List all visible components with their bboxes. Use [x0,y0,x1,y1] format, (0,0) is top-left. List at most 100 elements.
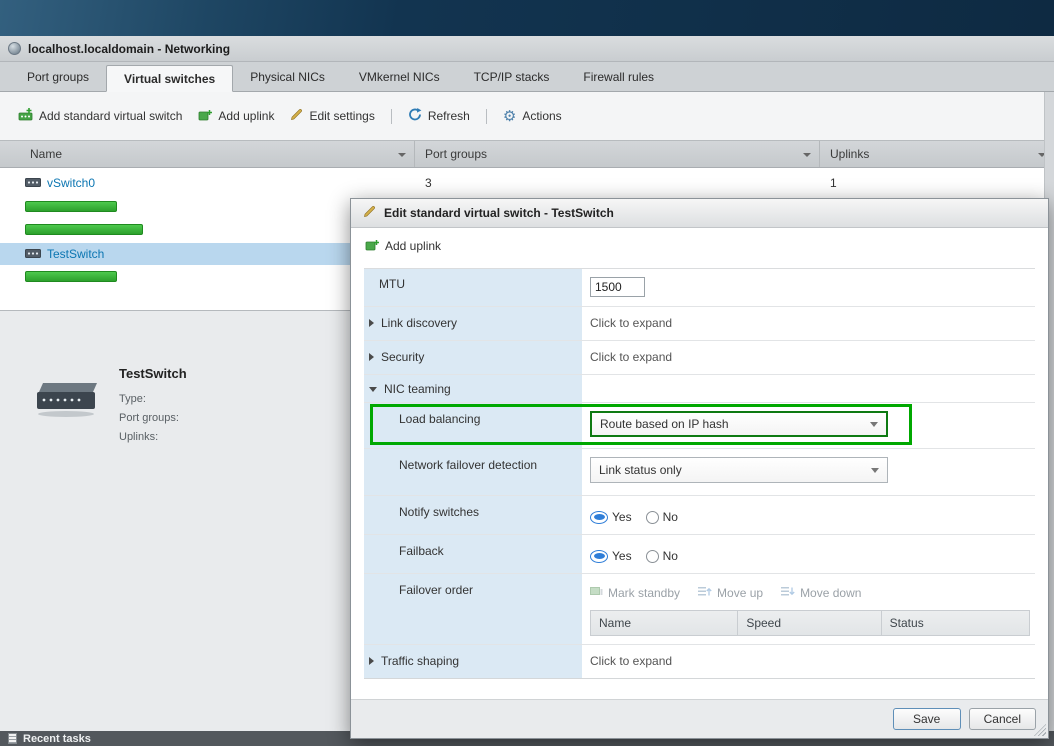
refresh-icon [408,108,422,124]
column-header-uplinks[interactable]: Uplinks [820,141,1054,167]
host-icon [8,42,21,55]
refresh-label: Refresh [428,109,470,123]
failback-no-radio[interactable] [646,550,659,563]
column-header-name[interactable]: Name [0,141,415,167]
failback-label: Failback [364,535,582,573]
collapsed-arrow-icon [369,319,374,327]
tab-port-groups[interactable]: Port groups [10,64,106,91]
window-titlebar: localhost.localdomain - Networking [0,36,1054,62]
column-label: Port groups [425,147,487,161]
load-balancing-row: Load balancing Route based on IP hash [364,403,1035,449]
notify-switches-no-label: No [663,510,678,524]
add-uplink-button[interactable]: Add uplink [198,109,274,124]
notify-switches-yes-radio[interactable] [590,511,608,524]
switch-device-image [33,374,99,447]
link-discovery-expand[interactable]: Click to expand [590,315,672,330]
tab-vmkernel-nics[interactable]: VMkernel NICs [342,64,457,91]
notify-switches-label: Notify switches [364,496,582,534]
notify-switches-yes-label: Yes [612,510,632,524]
fo-column-status[interactable]: Status [882,611,1029,635]
vswitch-icon [25,176,41,190]
tab-physical-nics[interactable]: Physical NICs [233,64,342,91]
failback-yes-label: Yes [612,549,632,563]
traffic-shaping-header[interactable]: Traffic shaping [364,645,582,678]
load-balancing-select[interactable]: Route based on IP hash [590,411,888,437]
pencil-icon [290,108,303,124]
portgroup-bar [25,224,143,235]
failover-detection-row: Network failover detection Link status o… [364,449,1035,496]
add-standard-vswitch-label: Add standard virtual switch [39,109,182,123]
nic-teaming-row: NIC teaming [364,375,1035,403]
edit-settings-button[interactable]: Edit settings [290,108,374,124]
nic-teaming-header[interactable]: NIC teaming [364,375,582,402]
fo-column-name[interactable]: Name [591,611,738,635]
dialog-title: Edit standard virtual switch - TestSwitc… [384,206,614,220]
dialog-add-uplink-button[interactable]: Add uplink [365,239,441,254]
tab-tcpip-stacks[interactable]: TCP/IP stacks [457,64,567,91]
move-down-label: Move down [800,586,861,600]
cell-port-groups: 3 [415,176,820,190]
move-up-label: Move up [717,586,763,600]
nic-teaming-label: NIC teaming [384,382,451,396]
switch-table-header: Name Port groups Uplinks [0,140,1054,168]
column-label: Name [30,147,62,161]
actions-label: Actions [522,109,561,123]
traffic-shaping-label: Traffic shaping [381,654,459,668]
link-discovery-header[interactable]: Link discovery [364,307,582,340]
mtu-input[interactable] [590,277,645,297]
notify-switches-row: Notify switches Yes No [364,496,1035,535]
failback-no-label: No [663,549,678,563]
column-menu-icon[interactable] [803,153,811,157]
failback-yes-radio[interactable] [590,550,608,563]
security-expand[interactable]: Click to expand [590,349,672,364]
add-standard-vswitch-button[interactable]: Add standard virtual switch [18,108,182,124]
cancel-button[interactable]: Cancel [969,708,1036,730]
tab-virtual-switches[interactable]: Virtual switches [106,65,233,92]
load-balancing-value: Route based on IP hash [600,417,729,431]
column-header-port-groups[interactable]: Port groups [415,141,820,167]
chevron-down-icon [870,422,878,427]
move-down-button[interactable]: Move down [781,586,861,600]
page-title: localhost.localdomain - Networking [28,42,230,56]
notify-switches-no-radio[interactable] [646,511,659,524]
toolbar-separator [486,109,487,124]
column-menu-icon[interactable] [398,153,406,157]
add-uplink-icon [198,109,212,124]
table-row-vswitch0[interactable]: vSwitch0 3 1 [0,172,1054,194]
security-row: Security Click to expand [364,341,1035,375]
refresh-button[interactable]: Refresh [408,108,470,124]
cell-name: vSwitch0 [0,176,415,190]
failback-row: Failback Yes No [364,535,1035,574]
collapsed-arrow-icon [369,657,374,665]
save-button[interactable]: Save [893,708,961,730]
portgroup-bar [25,201,117,212]
failover-order-row: Failover order Mark standby [364,574,1035,645]
actions-button[interactable]: ⚙ Actions [503,109,562,123]
dialog-footer: Save Cancel [351,699,1048,738]
testswitch-link[interactable]: TestSwitch [47,247,104,261]
failover-detection-select[interactable]: Link status only [590,457,888,483]
recent-tasks-label: Recent tasks [23,733,91,745]
expanded-arrow-icon [369,387,377,392]
add-uplink-label: Add uplink [218,109,274,123]
link-discovery-label: Link discovery [381,316,457,330]
tab-firewall-rules[interactable]: Firewall rules [566,64,671,91]
move-up-button[interactable]: Move up [698,586,763,600]
vswitch0-link[interactable]: vSwitch0 [47,176,95,190]
security-header[interactable]: Security [364,341,582,374]
dialog-titlebar[interactable]: Edit standard virtual switch - TestSwitc… [351,199,1048,228]
column-label: Uplinks [830,147,869,161]
traffic-shaping-expand[interactable]: Click to expand [590,653,672,668]
fo-column-speed[interactable]: Speed [738,611,881,635]
switch-details-text: TestSwitch Type: Port groups: Uplinks: [119,366,187,447]
mark-standby-button[interactable]: Mark standby [590,586,680,600]
dialog-add-uplink-label: Add uplink [385,239,441,253]
top-banner [0,0,1054,36]
tab-bar: Port groups Virtual switches Physical NI… [0,62,1054,92]
move-up-icon [698,586,712,600]
link-discovery-row: Link discovery Click to expand [364,307,1035,341]
details-title: TestSwitch [119,366,187,381]
security-label: Security [381,350,424,364]
esxi-host-client: localhost.localdomain - Networking Port … [0,0,1054,746]
cell-uplinks: 1 [820,176,1054,190]
